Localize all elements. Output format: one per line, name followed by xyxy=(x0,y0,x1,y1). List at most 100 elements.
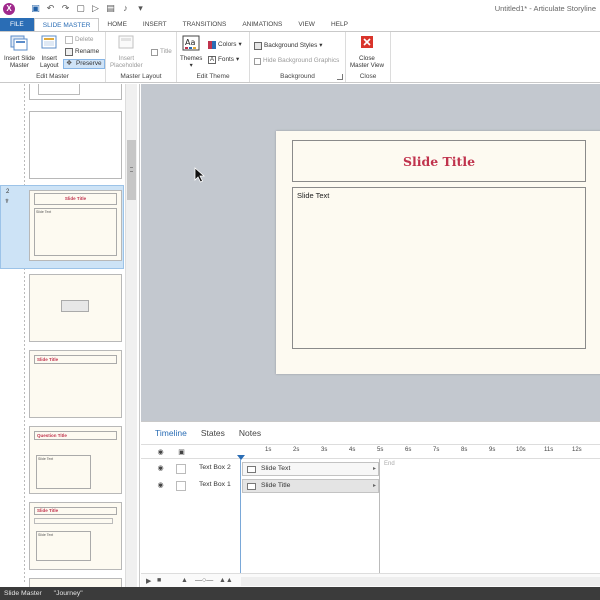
fonts-button[interactable]: A Fonts ▾ xyxy=(208,55,239,65)
colors-button[interactable]: Colors ▾ xyxy=(208,40,242,50)
insert-layout-button[interactable]: Insert Layout xyxy=(40,35,59,69)
background-styles-dropdown-icon: ▾ xyxy=(319,42,323,49)
bar-expand-icon[interactable]: ▸ xyxy=(373,482,376,489)
thumbnail-body-7: Slide Text xyxy=(36,531,91,561)
svg-text:Aa: Aa xyxy=(185,38,195,47)
row-name: Text Box 1 xyxy=(199,481,231,488)
colors-dropdown-icon: ▾ xyxy=(238,41,242,48)
preserve-button[interactable]: ❖ Preserve xyxy=(63,59,105,69)
timeline-row[interactable]: ◉ Text Box 1 Slide Title ▸ xyxy=(141,478,600,494)
slide-title-text: Slide Title xyxy=(402,153,476,169)
row-eye-icon[interactable]: ◉ xyxy=(156,482,165,490)
timeline-horizontal-scrollbar[interactable] xyxy=(241,577,600,586)
colors-icon xyxy=(208,41,216,49)
thumbnail-scrollbar[interactable] xyxy=(125,84,137,587)
timeline-bar[interactable]: Slide Text ▸ xyxy=(242,462,379,476)
hide-background-graphics-checkbox[interactable]: Hide Background Graphics xyxy=(254,56,339,66)
themes-icon: Aa xyxy=(182,35,200,51)
tab-insert[interactable]: INSERT xyxy=(135,18,175,31)
ruler-label: 10s xyxy=(516,447,526,453)
tab-animations[interactable]: ANIMATIONS xyxy=(234,18,290,31)
play-icon[interactable]: ▶ xyxy=(146,577,151,585)
timeline-ruler[interactable]: 1s 2s 3s 4s 5s 6s 7s 8s 9s 10s 11s 12s xyxy=(241,446,600,459)
title-checkbox[interactable]: Title xyxy=(151,47,172,57)
zoom-slider-icon[interactable]: —○— xyxy=(195,577,213,584)
more-icon[interactable]: ▾ xyxy=(135,2,146,14)
new-slide-icon[interactable]: ▢ xyxy=(75,2,86,14)
insert-placeholder-button[interactable]: Insert Placeholder xyxy=(110,35,143,69)
insert-slide-master-button[interactable]: Insert Slide Master xyxy=(4,35,35,69)
slide-canvas[interactable]: Slide Title Slide Text xyxy=(141,84,600,421)
timeline-bar-label: Slide Title xyxy=(261,482,291,489)
background-group-label: Background xyxy=(280,73,315,80)
ruler-label: 11s xyxy=(544,447,554,453)
row-lock-toggle[interactable] xyxy=(176,464,186,474)
thumbnail-layout-8[interactable] xyxy=(29,578,122,587)
layout-connector-line xyxy=(24,84,25,584)
zoom-in-icon[interactable]: ▲▲ xyxy=(219,577,233,584)
save-icon[interactable]: ▣ xyxy=(30,2,41,14)
bar-expand-icon[interactable]: ▸ xyxy=(373,465,376,472)
ruler-label: 9s xyxy=(489,447,496,453)
publish-icon[interactable]: ▤ xyxy=(105,2,116,14)
tab-slide-master[interactable]: SLIDE MASTER xyxy=(33,18,100,31)
audio-icon[interactable]: ♪ xyxy=(120,2,131,14)
tab-timeline[interactable]: Timeline xyxy=(148,422,194,445)
themes-button[interactable]: Aa Themes ▾ xyxy=(180,35,202,69)
playhead-icon[interactable] xyxy=(237,455,245,460)
delete-button[interactable]: Delete xyxy=(65,35,93,45)
storyline-logo-icon: X xyxy=(3,3,15,15)
rename-icon xyxy=(65,48,73,56)
insert-placeholder-icon xyxy=(118,35,134,49)
timeline-row[interactable]: ◉ Text Box 2 Slide Text ▸ xyxy=(141,461,600,477)
insert-layout-icon xyxy=(41,35,57,49)
ruler-label: 7s xyxy=(433,447,440,453)
title-checkbox-box xyxy=(151,48,158,56)
lock-icon[interactable]: ▣ xyxy=(177,448,186,457)
quick-access-toolbar: ▣ ↶ ↷ ▢ ▷ ▤ ♪ ▾ xyxy=(30,2,146,14)
ruler-label: 1s xyxy=(265,447,272,453)
insert-placeholder-label: Insert xyxy=(118,55,135,62)
tab-view[interactable]: VIEW xyxy=(290,18,323,31)
thumbnail-layout-5[interactable]: Slide Title xyxy=(29,350,122,418)
rename-button[interactable]: Rename xyxy=(65,47,99,57)
tab-file[interactable]: FILE xyxy=(0,18,34,31)
preview-icon[interactable]: ▷ xyxy=(90,2,101,14)
zoom-out-icon[interactable]: ▲ xyxy=(181,577,188,584)
timeline-bar[interactable]: Slide Title ▸ xyxy=(242,479,379,493)
undo-icon[interactable]: ↶ xyxy=(45,2,56,14)
tab-help[interactable]: HELP xyxy=(323,18,356,31)
thumbnail-layout-6[interactable]: Question Title Slide Text xyxy=(29,426,122,494)
tab-transitions[interactable]: TRANSITIONS xyxy=(175,18,235,31)
tab-states[interactable]: States xyxy=(194,422,232,445)
window-title: Untitled1* - Articulate Storyline xyxy=(494,4,596,13)
thumbnail-blank-layout[interactable] xyxy=(29,111,122,179)
stop-icon[interactable]: ■ xyxy=(157,577,161,584)
thumbnail-layout-7[interactable]: Slide Title Slide Text xyxy=(29,502,122,570)
row-eye-icon[interactable]: ◉ xyxy=(156,465,165,473)
delete-icon xyxy=(65,36,73,44)
thumbnail-selected-layout[interactable]: Slide Title Slide Text xyxy=(29,190,122,261)
thumbnail-body-6: Slide Text xyxy=(36,455,91,489)
background-styles-button[interactable]: Background Styles ▾ xyxy=(254,41,323,51)
pushpin-icon: ❖ xyxy=(66,60,73,67)
thumbnail-title-7: Slide Title xyxy=(34,507,117,515)
thumbnail-layout-4[interactable] xyxy=(29,274,122,342)
slide-master-layout[interactable]: Slide Title Slide Text xyxy=(276,131,600,374)
insert-slide-master-icon xyxy=(10,35,28,51)
thumbnail-scrollbar-thumb[interactable] xyxy=(127,140,136,200)
background-dialog-launcher-icon[interactable] xyxy=(337,74,343,80)
insert-layout-label-2: Layout xyxy=(40,62,59,69)
title-placeholder[interactable]: Slide Title xyxy=(292,140,586,182)
eye-icon[interactable]: ◉ xyxy=(156,448,165,457)
insert-slide-master-label: Insert Slide xyxy=(4,55,35,62)
close-master-view-button[interactable]: Close Master View xyxy=(350,35,384,69)
rename-label: Rename xyxy=(75,48,100,55)
row-lock-toggle[interactable] xyxy=(176,481,186,491)
timeline-tabs: Timeline States Notes xyxy=(141,422,600,445)
text-placeholder[interactable]: Slide Text xyxy=(292,187,586,349)
tab-home[interactable]: HOME xyxy=(99,18,135,31)
tab-notes[interactable]: Notes xyxy=(232,422,268,445)
redo-icon[interactable]: ↷ xyxy=(60,2,71,14)
thumbnail-layout-top[interactable] xyxy=(29,84,122,100)
